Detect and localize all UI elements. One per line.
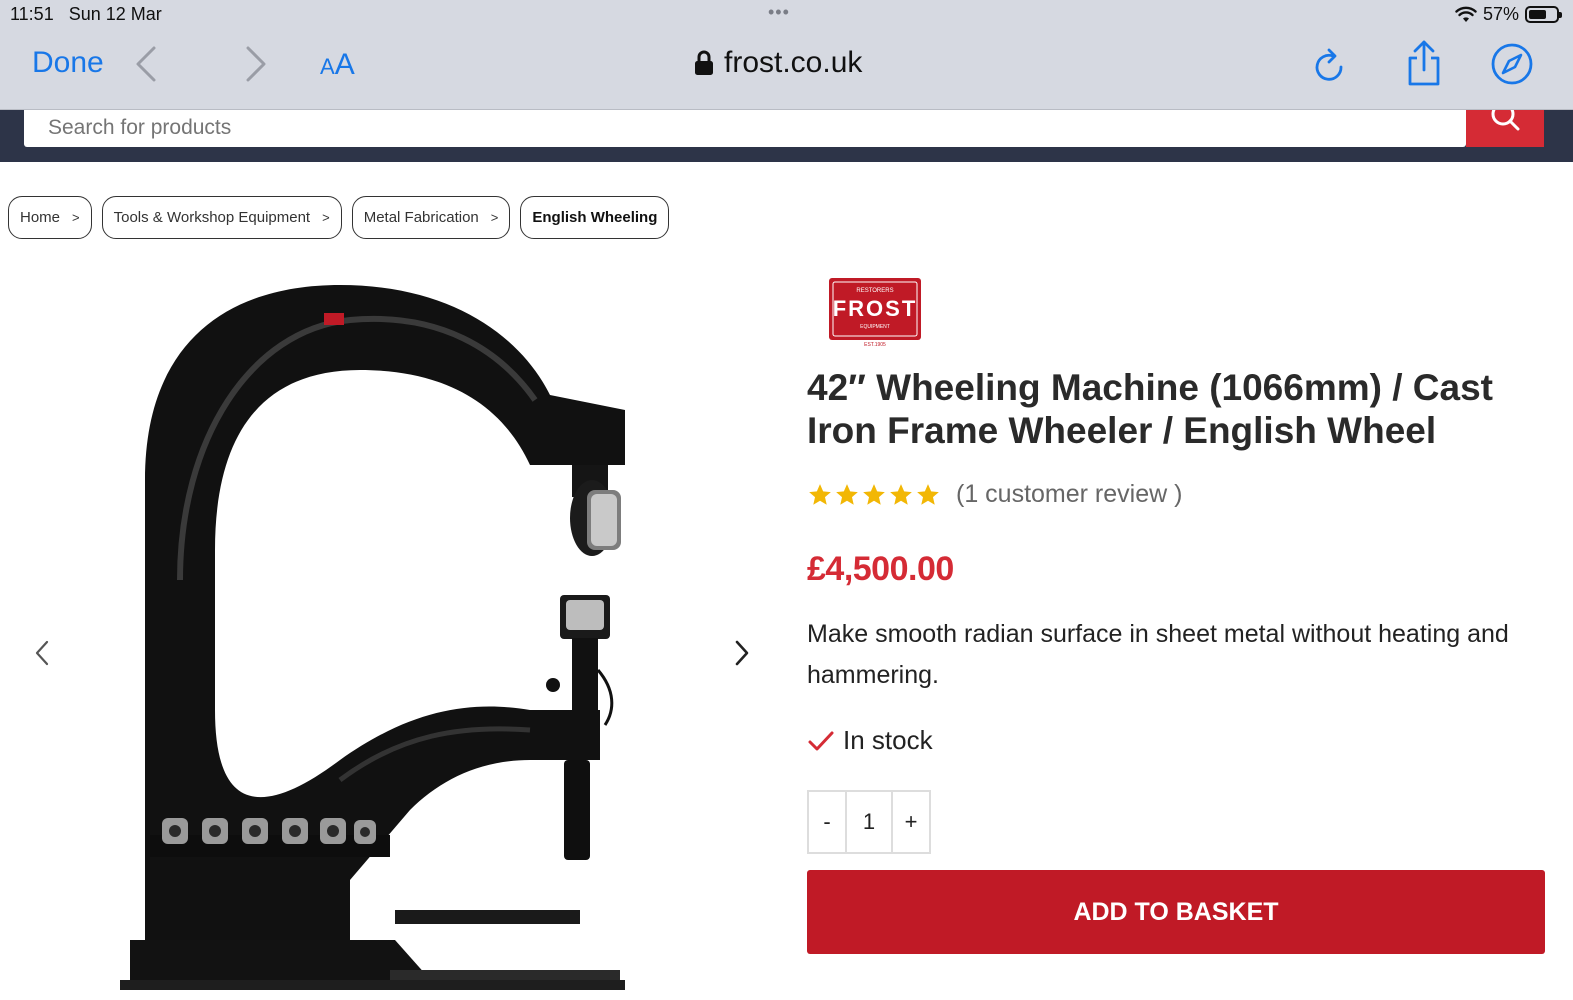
star-icon bbox=[836, 483, 858, 505]
stock-label: In stock bbox=[843, 725, 933, 755]
star-icon bbox=[890, 483, 912, 505]
frost-brand-logo[interactable]: RESTORERS FROST EQUIPMENT EST.1905 bbox=[829, 278, 921, 348]
search-input[interactable] bbox=[48, 110, 1448, 146]
star-icon bbox=[809, 483, 831, 505]
quantity-input[interactable] bbox=[845, 792, 893, 852]
address-bar[interactable]: frost.co.uk bbox=[694, 46, 862, 80]
search-button[interactable] bbox=[1466, 102, 1544, 147]
star-icon bbox=[917, 483, 939, 505]
rating-stars bbox=[807, 482, 941, 508]
svg-text:FROST: FROST bbox=[833, 296, 918, 321]
search-icon bbox=[1491, 102, 1520, 131]
svg-text:EQUIPMENT: EQUIPMENT bbox=[860, 324, 890, 330]
breadcrumb-home[interactable]: Home > bbox=[8, 196, 92, 239]
add-to-basket-button[interactable]: ADD TO BASKET bbox=[807, 870, 1545, 954]
checkmark-icon bbox=[808, 731, 834, 750]
customer-review-link[interactable]: (1 customer review ) bbox=[956, 480, 1182, 509]
quantity-decrease-button[interactable]: - bbox=[809, 792, 845, 852]
multitask-dots[interactable]: ••• bbox=[768, 2, 790, 23]
product-rating: (1 customer review ) bbox=[807, 480, 1182, 509]
product-title: 42″ Wheeling Machine (1066mm) / Cast Iro… bbox=[807, 367, 1493, 451]
compass-icon[interactable] bbox=[1490, 42, 1534, 86]
search-box bbox=[24, 110, 1466, 147]
svg-text:RESTORERS: RESTORERS bbox=[856, 288, 893, 294]
text-size-button[interactable]: AA bbox=[320, 48, 355, 82]
lock-icon bbox=[695, 50, 713, 75]
chevron-left-icon[interactable] bbox=[132, 42, 162, 86]
stock-status: In stock bbox=[807, 725, 933, 756]
quantity-increase-button[interactable]: + bbox=[893, 792, 929, 852]
product-price: £4,500.00 bbox=[807, 550, 954, 588]
share-icon[interactable] bbox=[1404, 38, 1444, 88]
gallery-prev-icon[interactable] bbox=[30, 638, 54, 668]
status-indicators: 57% bbox=[1455, 4, 1562, 25]
product-gallery bbox=[0, 270, 780, 1000]
breadcrumb-metal-fabrication[interactable]: Metal Fabrication > bbox=[351, 196, 511, 239]
status-time: 11:51 Sun 12 Mar bbox=[10, 4, 162, 24]
wifi-icon bbox=[1455, 6, 1477, 22]
battery-percent: 57% bbox=[1482, 4, 1519, 24]
site-header bbox=[0, 102, 1573, 162]
reload-icon[interactable] bbox=[1312, 46, 1348, 86]
quantity-stepper: - + bbox=[807, 790, 931, 854]
product-description: Make smooth radian surface in sheet meta… bbox=[807, 620, 1509, 689]
star-icon bbox=[863, 483, 885, 505]
breadcrumb: Home > Tools & Workshop Equipment > Metal … bbox=[8, 196, 670, 239]
chevron-right-icon[interactable] bbox=[240, 42, 270, 86]
battery-icon bbox=[1525, 6, 1562, 23]
done-button[interactable]: Done bbox=[32, 46, 104, 80]
product-image-wheeling-machine bbox=[120, 285, 625, 990]
browser-chrome: 11:51 Sun 12 Mar ••• 57% Done AA frost.c… bbox=[0, 0, 1573, 110]
url-text: frost.co.uk bbox=[724, 46, 863, 79]
gallery-next-icon[interactable] bbox=[730, 638, 754, 668]
svg-text:EST.1905: EST.1905 bbox=[864, 342, 886, 348]
breadcrumb-english-wheeling[interactable]: English Wheeling bbox=[520, 196, 670, 239]
breadcrumb-tools-workshop-equipment[interactable]: Tools & Workshop Equipment > bbox=[101, 196, 342, 239]
